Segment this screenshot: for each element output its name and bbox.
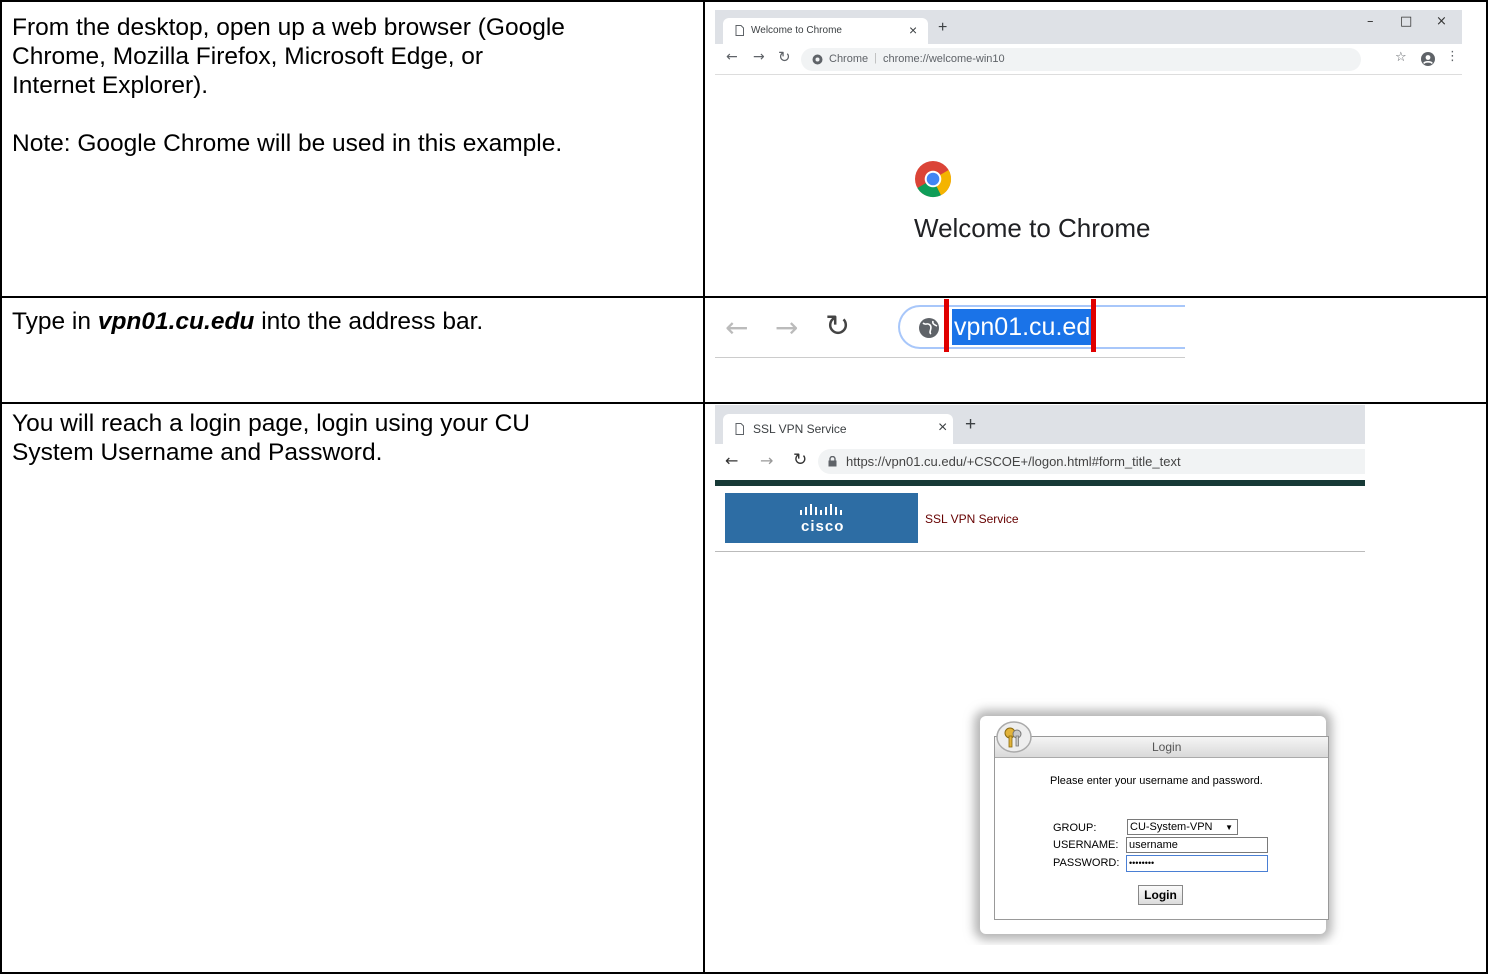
address-highlight-box: [944, 299, 1096, 352]
maximize-icon[interactable]: □: [1400, 14, 1412, 29]
step-1-line: From the desktop, open up a web browser …: [12, 14, 565, 41]
omnibox-site-label: Chrome: [829, 53, 869, 65]
page-icon: [735, 25, 744, 36]
step-3-line: System Username and Password.: [12, 439, 383, 466]
tab-close-icon[interactable]: ×: [909, 22, 917, 38]
step-2-url: vpn01.cu.edu: [97, 308, 255, 335]
group-select[interactable]: CU-System-VPN ▼: [1127, 819, 1238, 835]
minimize-icon[interactable]: –: [1367, 14, 1374, 29]
cisco-bars-icon: [800, 504, 842, 515]
omnibox-separator: |: [874, 52, 877, 64]
reload-icon[interactable]: ↻: [778, 48, 791, 66]
step-2-text: Type in vpn01.cu.edu into the address ba…: [12, 307, 692, 336]
header-divider: [715, 551, 1365, 552]
lock-icon: [828, 456, 837, 467]
chrome-welcome-screenshot: Welcome to Chrome × + – □ × ← → ↻ Chrome…: [715, 10, 1462, 257]
forward-arrow-icon[interactable]: →: [760, 451, 773, 470]
omnibox[interactable]: https://vpn01.cu.edu/+CSCOE+/logon.html#…: [818, 449, 1365, 474]
vpn-login-screenshot: SSL VPN Service × + ← → ↻ https://vpn01.…: [715, 405, 1365, 945]
service-title: SSL VPN Service: [925, 512, 1019, 526]
site-info-icon: [812, 54, 823, 65]
new-tab-button[interactable]: +: [938, 19, 947, 37]
password-label: PASSWORD:: [1053, 857, 1120, 869]
welcome-heading: Welcome to Chrome: [914, 213, 1151, 243]
globe-icon: [919, 318, 939, 338]
login-panel: Login Please enter your username and pas…: [994, 736, 1329, 920]
table-row-divider: [0, 296, 1488, 298]
toolbar-bottom-border: [715, 357, 1185, 358]
browser-toolbar: ← → ↻ https://vpn01.cu.edu/+CSCOE+/logon…: [715, 444, 1365, 480]
step-3-text: You will reach a login page, login using…: [12, 409, 692, 467]
omnibox-url: https://vpn01.cu.edu/+CSCOE+/logon.html#…: [846, 454, 1181, 469]
browser-tab[interactable]: SSL VPN Service ×: [723, 414, 953, 444]
step-1-note: Note: Google Chrome will be used in this…: [12, 130, 563, 157]
group-label: GROUP:: [1053, 822, 1097, 834]
omnibox[interactable]: Chrome | chrome://welcome-win10: [801, 48, 1361, 71]
tab-title: Welcome to Chrome: [751, 25, 842, 36]
username-input[interactable]: username: [1126, 837, 1268, 853]
step-3-line: You will reach a login page, login using…: [12, 410, 530, 437]
keys-icon: [996, 721, 1032, 753]
menu-kebab-icon[interactable]: ⋮: [1446, 49, 1459, 64]
close-icon[interactable]: ×: [1436, 14, 1447, 29]
chevron-down-icon: ▼: [1225, 823, 1233, 832]
tab-close-icon[interactable]: ×: [938, 419, 947, 437]
profile-icon[interactable]: [1421, 52, 1435, 66]
step-2-suffix: into the address bar.: [254, 308, 484, 335]
step-1-line: Internet Explorer).: [12, 72, 209, 99]
table-column-divider: [703, 0, 705, 974]
step-2-prefix: Type in: [12, 308, 98, 335]
instruction-table: From the desktop, open up a web browser …: [0, 0, 1488, 974]
forward-arrow-icon[interactable]: →: [775, 311, 798, 344]
omnibox-url: chrome://welcome-win10: [883, 53, 1005, 65]
login-button[interactable]: Login: [1138, 885, 1183, 905]
tab-title: SSL VPN Service: [753, 422, 847, 436]
chrome-logo-icon: [915, 161, 952, 198]
banner-bar: [715, 480, 1365, 486]
new-tab-button[interactable]: +: [965, 414, 976, 436]
group-value: CU-System-VPN: [1130, 821, 1213, 833]
tab-strip: Welcome to Chrome × + – □ ×: [715, 10, 1462, 44]
cisco-wordmark: cisco: [801, 518, 845, 535]
login-header-title: Login: [1152, 740, 1182, 754]
login-prompt: Please enter your username and password.: [1050, 775, 1263, 787]
step-1-line: Chrome, Mozilla Firefox, Microsoft Edge,…: [12, 43, 484, 70]
forward-arrow-icon[interactable]: →: [753, 49, 765, 65]
reload-icon[interactable]: ↻: [793, 450, 807, 470]
back-arrow-icon[interactable]: ←: [725, 311, 748, 344]
browser-toolbar: ← → ↻ Chrome | chrome://welcome-win10 ☆ …: [715, 44, 1462, 75]
login-header: Login: [995, 737, 1328, 758]
back-arrow-icon[interactable]: ←: [725, 451, 738, 470]
table-border-top: [0, 0, 1488, 2]
username-label: USERNAME:: [1053, 839, 1119, 851]
browser-tab[interactable]: Welcome to Chrome ×: [723, 18, 928, 44]
reload-icon[interactable]: ↻: [825, 309, 850, 344]
table-border-left: [0, 0, 2, 974]
cisco-logo: cisco: [725, 493, 918, 543]
back-arrow-icon[interactable]: ←: [726, 49, 738, 65]
page-icon: [735, 423, 744, 435]
bookmark-star-icon[interactable]: ☆: [1395, 50, 1407, 65]
tab-strip: SSL VPN Service × +: [715, 405, 1365, 444]
password-input[interactable]: ••••••••: [1126, 855, 1268, 872]
table-row-divider: [0, 402, 1488, 404]
step-1-text: From the desktop, open up a web browser …: [12, 13, 692, 158]
address-bar-screenshot: ← → ↻ vpn01.cu.edu: [715, 299, 1185, 361]
